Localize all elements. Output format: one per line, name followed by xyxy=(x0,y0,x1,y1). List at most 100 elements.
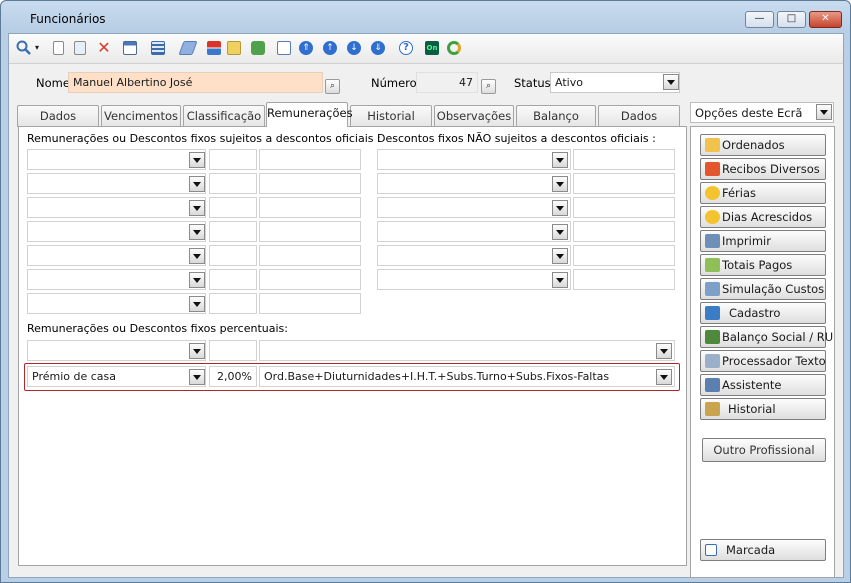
percent-base-select-empty[interactable] xyxy=(259,340,675,361)
name-field[interactable]: Manuel Albertino José xyxy=(68,72,323,93)
subject-extra-field[interactable] xyxy=(259,149,361,170)
subject-extra-field[interactable] xyxy=(259,293,361,314)
status-select[interactable]: Ativo xyxy=(550,72,680,93)
processador-texto-button[interactable]: Processador Texto xyxy=(700,350,826,372)
grid-icon[interactable] xyxy=(149,39,167,57)
not-subject-item-dropdown[interactable] xyxy=(552,200,568,216)
delete-icon[interactable]: ✕ xyxy=(95,39,113,57)
not-subject-item-select[interactable] xyxy=(377,269,571,290)
ordenados-button[interactable]: Ordenados xyxy=(700,134,826,156)
subject-item-select[interactable] xyxy=(27,245,206,266)
tab-historial[interactable]: Historial xyxy=(350,105,432,127)
assistente-button[interactable]: Assistente xyxy=(700,374,826,396)
subject-item-dropdown[interactable] xyxy=(189,248,205,264)
recibos-diversos-button[interactable]: Recibos Diversos xyxy=(700,158,826,180)
subject-extra-field[interactable] xyxy=(259,197,361,218)
subject-item-dropdown[interactable] xyxy=(189,176,205,192)
subject-extra-field[interactable] xyxy=(259,269,361,290)
dias-acrescidos-button[interactable]: Dias Acrescidos xyxy=(700,206,826,228)
balanco-social-ru-button[interactable]: Balanço Social / RU xyxy=(700,326,833,348)
tab-balanco-social[interactable]: Balanço Social xyxy=(516,105,596,143)
not-subject-item-dropdown[interactable] xyxy=(552,176,568,192)
options-dropdown-button[interactable] xyxy=(816,104,832,120)
percent-item-dropdown-empty[interactable] xyxy=(189,343,205,359)
subject-item-dropdown[interactable] xyxy=(189,224,205,240)
percent-value-field[interactable]: 2,00% xyxy=(209,366,257,387)
subject-value-field[interactable] xyxy=(209,293,257,314)
percent-base-select[interactable]: Ord.Base+Diuturnidades+I.H.T.+Subs.Turno… xyxy=(259,366,675,387)
subject-extra-field[interactable] xyxy=(259,173,361,194)
subject-value-field[interactable] xyxy=(209,245,257,266)
percent-base-dropdown[interactable] xyxy=(656,369,672,385)
totais-pagos-button[interactable]: Totais Pagos xyxy=(700,254,826,276)
tab-dados-principais[interactable]: Dados Principa xyxy=(17,105,99,143)
not-subject-item-dropdown[interactable] xyxy=(552,152,568,168)
subject-value-field[interactable] xyxy=(209,221,257,242)
org-chart-icon[interactable] xyxy=(205,39,223,57)
subject-value-field[interactable] xyxy=(209,173,257,194)
subject-item-select[interactable] xyxy=(27,293,206,314)
number-lookup-icon[interactable]: ⌕ xyxy=(481,79,496,94)
search-icon[interactable] xyxy=(15,39,33,57)
not-subject-item-select[interactable] xyxy=(377,149,571,170)
previous-icon[interactable]: ↑ xyxy=(321,39,339,57)
not-subject-value-field[interactable] xyxy=(573,149,675,170)
new-document-icon[interactable] xyxy=(49,39,67,57)
subject-extra-field[interactable] xyxy=(259,245,361,266)
close-button[interactable]: ✕ xyxy=(809,11,842,28)
next-icon[interactable]: ↓ xyxy=(345,39,363,57)
not-subject-value-field[interactable] xyxy=(573,269,675,290)
not-subject-item-select[interactable] xyxy=(377,197,571,218)
historial-button[interactable]: Historial xyxy=(700,398,826,420)
number-field[interactable]: 47 xyxy=(416,72,478,93)
not-subject-item-select[interactable] xyxy=(377,173,571,194)
chevron-down-icon[interactable]: ▾ xyxy=(33,39,41,57)
last-icon[interactable]: ⇓ xyxy=(369,39,387,57)
refresh-icon[interactable] xyxy=(249,39,267,57)
percent-item-dropdown[interactable] xyxy=(189,369,205,385)
subject-item-select[interactable] xyxy=(27,197,206,218)
name-lookup-icon[interactable]: ⌕ xyxy=(325,79,340,94)
restore-button[interactable]: □ xyxy=(777,11,806,28)
percent-item-select-empty[interactable] xyxy=(27,340,206,361)
toggle-on-icon[interactable]: On xyxy=(423,39,441,57)
simulacao-custos-button[interactable]: Simulação Custos xyxy=(700,278,826,300)
tab-vencimentos[interactable]: Vencimentos xyxy=(101,105,181,127)
not-subject-item-dropdown[interactable] xyxy=(552,272,568,288)
not-subject-item-dropdown[interactable] xyxy=(552,248,568,264)
subject-value-field[interactable] xyxy=(209,269,257,290)
not-subject-value-field[interactable] xyxy=(573,245,675,266)
percent-base-dropdown-empty[interactable] xyxy=(656,343,672,359)
percent-item-select[interactable]: Prémio de casa xyxy=(27,366,206,387)
first-icon[interactable]: ⇑ xyxy=(297,39,315,57)
eraser-icon[interactable] xyxy=(178,39,198,57)
preview-icon[interactable] xyxy=(275,39,293,57)
not-subject-item-select[interactable] xyxy=(377,221,571,242)
properties-icon[interactable] xyxy=(121,39,139,57)
ferias-button[interactable]: Férias xyxy=(700,182,826,204)
subject-value-field[interactable] xyxy=(209,149,257,170)
sync-icon[interactable] xyxy=(445,39,463,57)
tab-dados-oficiais[interactable]: Dados Oficiais xyxy=(598,105,680,143)
checkbox-icon[interactable] xyxy=(705,544,717,556)
options-select[interactable]: Opções deste Ecrã xyxy=(690,102,834,123)
not-subject-value-field[interactable] xyxy=(573,221,675,242)
not-subject-item-select[interactable] xyxy=(377,245,571,266)
tab-classificacao[interactable]: Classificação xyxy=(183,105,265,127)
minimize-button[interactable]: — xyxy=(745,11,774,28)
subject-item-dropdown[interactable] xyxy=(189,200,205,216)
imprimir-button[interactable]: Imprimir xyxy=(700,230,826,252)
subject-item-select[interactable] xyxy=(27,221,206,242)
marcada-button[interactable]: Marcada xyxy=(700,539,826,561)
not-subject-value-field[interactable] xyxy=(573,197,675,218)
outro-profissional-button[interactable]: Outro Profissional xyxy=(702,438,826,462)
not-subject-item-dropdown[interactable] xyxy=(552,224,568,240)
tab-remuneracoes[interactable]: Remunerações xyxy=(266,102,353,127)
tab-observacoes[interactable]: Observações xyxy=(434,105,514,127)
help-icon[interactable]: ? xyxy=(397,39,415,57)
subject-item-select[interactable] xyxy=(27,173,206,194)
subject-value-field[interactable] xyxy=(209,197,257,218)
cadastro-button[interactable]: Cadastro xyxy=(700,302,826,324)
subject-item-select[interactable] xyxy=(27,269,206,290)
subject-item-dropdown[interactable] xyxy=(189,152,205,168)
